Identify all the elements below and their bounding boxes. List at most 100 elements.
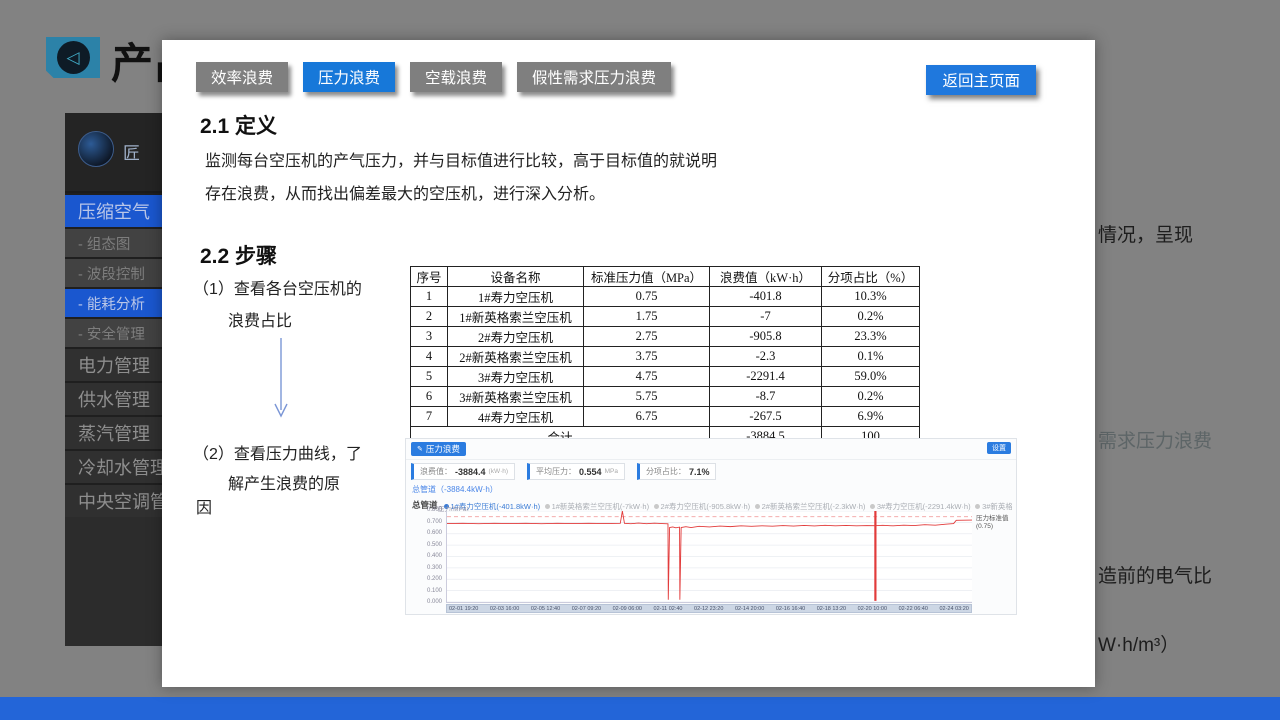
y-tick-label: 0.600 [412,530,442,536]
table-cell: 0.2% [822,387,920,407]
table-cell: 1 [411,287,448,307]
stat-box-0: 浪费值：-3884.4(kW·h) [411,463,515,480]
content-panel: 效率浪费压力浪费空载浪费假性需求压力浪费 返回主页面 2.1 定义 监测每台空压… [162,40,1095,687]
sidebar-item-6[interactable]: 供水管理 [65,381,162,415]
sidebar: 匠 压缩空气- 组态图- 波段控制- 能耗分析- 安全管理电力管理供水管理蒸汽管… [65,113,162,646]
x-tick-label: 02-20 10:00 [858,606,887,612]
table-cell: 6.9% [822,407,920,427]
step2-text: 因 [196,494,212,518]
table-cell: -401.8 [710,287,822,307]
pressure-chart: 压力(MPa) 0.8000.7000.6000.5000.4000.3000.… [412,511,1012,603]
stat-boxes: 浪费值：-3884.4(kW·h) 平均压力：0.554MPa 分项占比：7.1% [411,463,716,480]
back-tile[interactable]: ◁ [46,37,100,78]
sidebar-item-5[interactable]: 电力管理 [65,347,162,381]
table-header-cell: 设备名称 [448,267,584,287]
stat-label: 平均压力： [536,466,576,477]
tab-0[interactable]: 效率浪费 [196,62,288,92]
tab-1[interactable]: 压力浪费 [303,62,395,92]
sidebar-item-7[interactable]: 蒸汽管理 [65,415,162,449]
legend-dot-icon [545,504,550,509]
table-cell: 2.75 [584,327,710,347]
definition-heading: 2.1 定义 [200,110,277,140]
legend-dot-icon [654,504,659,509]
x-tick-label: 02-11 02:40 [654,606,683,612]
legend-dot-icon [870,504,875,509]
x-tick-label: 02-03 16:00 [490,606,519,612]
x-axis-scrollbar[interactable]: 02-01 19:2002-03 16:0002-05 12:4002-07 0… [446,604,972,613]
x-tick-label: 02-16 16:40 [776,606,805,612]
sidebar-item-1[interactable]: - 组态图 [65,227,162,257]
y-tick-label: 0.000 [412,599,442,605]
step2-text: 解产生浪费的原 [228,470,340,494]
table-cell: -7 [710,307,822,327]
table-cell: -267.5 [710,407,822,427]
return-home-button[interactable]: 返回主页面 [926,65,1036,95]
bg-text-fragment: 需求压力浪费 [1098,426,1212,453]
stat-value: -3884.4 [455,467,486,477]
logo-icon [78,131,114,167]
sidebar-item-3[interactable]: - 能耗分析 [65,287,162,317]
y-tick-label: 0.400 [412,553,442,559]
back-arrow-icon: ◁ [57,41,90,74]
sidebar-item-2[interactable]: - 波段控制 [65,257,162,287]
logo-text: 匠 [123,139,140,164]
y-tick-label: 0.100 [412,588,442,594]
stat-value: 7.1% [689,467,710,477]
pipeline-link[interactable]: 总管道（-3884.4kW·h） [412,484,498,495]
divider [406,459,1016,460]
stat-label: 分项占比： [646,466,686,477]
table-cell: 0.75 [584,287,710,307]
stat-unit: MPa [605,468,618,475]
table-row: 21#新英格索兰空压机1.75-70.2% [411,307,920,327]
table-cell: 5 [411,367,448,387]
steps-heading: 2.2 步骤 [200,240,277,270]
table-cell: 4#寿力空压机 [448,407,584,427]
embedded-screenshot: ✎ 压力浪费 设置 浪费值：-3884.4(kW·h) 平均压力：0.554MPa… [405,438,1017,615]
y-tick-label: 0.300 [412,565,442,571]
line-plot [446,511,972,603]
table-cell: 2 [411,307,448,327]
pressure-waste-tag-label: 压力浪费 [426,443,460,455]
legend-dot-icon [755,504,760,509]
bg-text-fragment: 情况，呈现 [1098,220,1193,247]
table-cell: 0.1% [822,347,920,367]
table-cell: 4.75 [584,367,710,387]
sidebar-item-9[interactable]: 中央空调管理 [65,483,162,517]
tab-bar: 效率浪费压力浪费空载浪费假性需求压力浪费 [196,62,671,92]
pressure-waste-tag[interactable]: ✎ 压力浪费 [411,442,466,456]
sidebar-item-8[interactable]: 冷却水管理 [65,449,162,483]
x-tick-label: 02-18 13:20 [817,606,846,612]
x-tick-label: 02-01 19:20 [449,606,478,612]
table-row: 11#寿力空压机0.75-401.810.3% [411,287,920,307]
table-cell: 3.75 [584,347,710,367]
table-row: 63#新英格索兰空压机5.75-8.70.2% [411,387,920,407]
table-header-cell: 浪费值（kW·h） [710,267,822,287]
x-tick-label: 02-24 03:20 [939,606,968,612]
table-cell: 0.2% [822,307,920,327]
tab-3[interactable]: 假性需求压力浪费 [517,62,671,92]
x-tick-label: 02-14 20:00 [735,606,764,612]
x-tick-label: 02-12 23:20 [694,606,723,612]
table-cell: 1#寿力空压机 [448,287,584,307]
table-row: 42#新英格索兰空压机3.75-2.30.1% [411,347,920,367]
stat-unit: (kW·h) [489,468,509,475]
table-header-cell: 标准压力值（MPa） [584,267,710,287]
table-header-cell: 序号 [411,267,448,287]
table-cell: 3#寿力空压机 [448,367,584,387]
settings-button[interactable]: 设置 [987,442,1011,454]
y-tick-label: 0.500 [412,542,442,548]
table-cell: 3#新英格索兰空压机 [448,387,584,407]
sidebar-item-0[interactable]: 压缩空气 [65,193,162,227]
table-header-cell: 分项占比（%） [822,267,920,287]
definition-body: 监测每台空压机的产气压力，并与目标值进行比较，高于目标值的就说明存在浪费，从而找… [205,145,721,211]
table-cell: 59.0% [822,367,920,387]
stat-value: 0.554 [579,467,602,477]
tab-2[interactable]: 空载浪费 [410,62,502,92]
step2-text: （2）查看压力曲线，了 [193,440,362,464]
sidebar-header: 匠 [65,113,162,193]
table-cell: 5.75 [584,387,710,407]
sidebar-items: 压缩空气- 组态图- 波段控制- 能耗分析- 安全管理电力管理供水管理蒸汽管理冷… [65,193,162,517]
sidebar-item-4[interactable]: - 安全管理 [65,317,162,347]
y-tick-label: 0.200 [412,576,442,582]
table-cell: 7 [411,407,448,427]
